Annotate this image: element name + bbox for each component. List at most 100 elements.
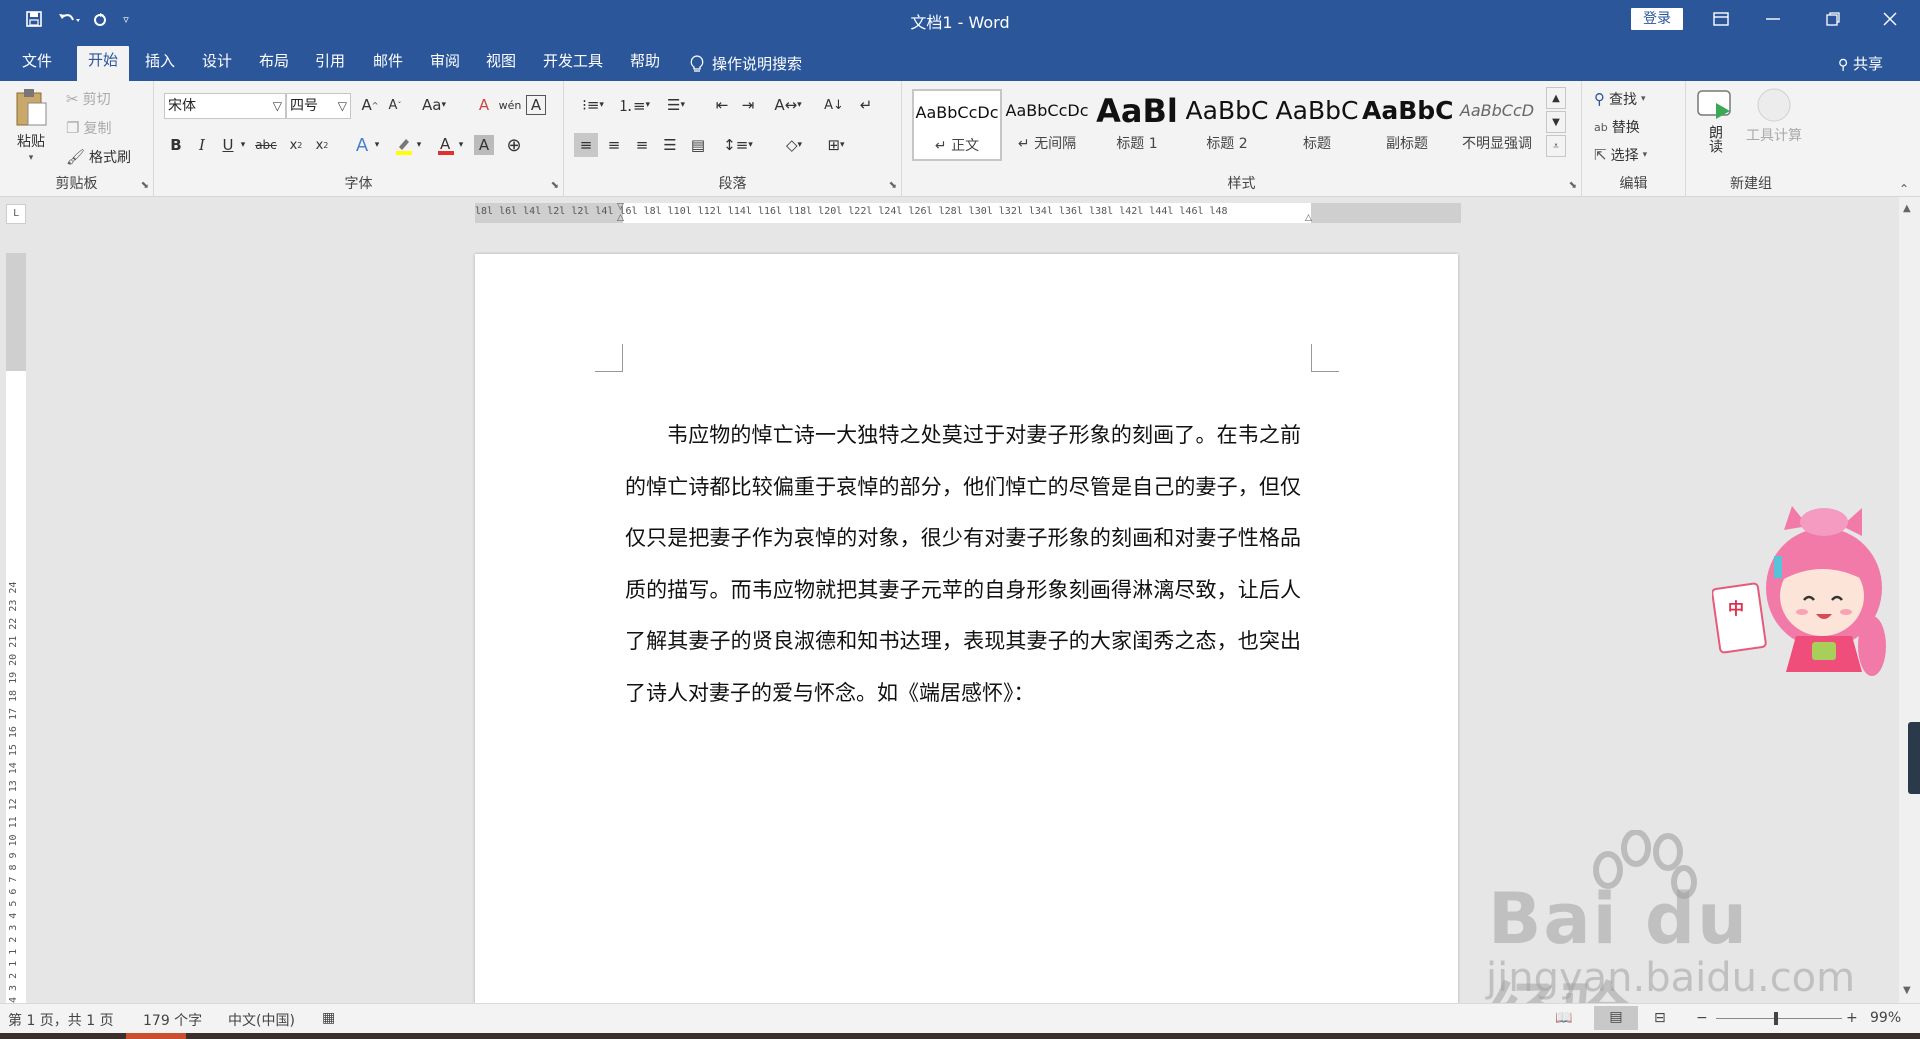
show-marks-icon[interactable]: ↵ [854,93,878,117]
bold-icon[interactable]: B [164,133,188,157]
word-count[interactable]: 179 个字 [143,1010,202,1030]
zoom-out-icon[interactable]: − [1696,1010,1708,1026]
styles-scroll-up-icon[interactable]: ▲ [1546,87,1566,109]
increase-indent-icon[interactable]: ⇥ [736,93,760,117]
chevron-down-icon[interactable]: ▾ [370,133,384,157]
dialog-launcher-icon[interactable]: ⬊ [889,180,897,191]
web-layout-icon[interactable]: ⊟ [1654,1010,1666,1026]
first-line-indent-marker[interactable]: ▽ [617,202,624,212]
zoom-slider[interactable] [1716,1018,1842,1019]
tab-view[interactable]: 视图 [477,48,525,81]
document-body[interactable]: 韦应物的悼亡诗一大独特之处莫过于对妻子形象的刻画了。在韦之前的悼亡诗都比较偏重于… [625,410,1301,719]
clear-formatting-icon[interactable]: A [472,93,496,117]
format-painter-button[interactable]: 🖌 格式刷 [66,147,131,167]
close-icon[interactable] [1867,0,1913,38]
enclose-characters-icon[interactable]: ⊕ [502,133,526,157]
shrink-font-icon[interactable]: Aˇ [383,93,407,117]
character-border-icon[interactable]: A [526,95,546,115]
style-subtitle[interactable]: AaBbC 副标题 [1362,89,1452,161]
style-no-spacing[interactable]: AaBbCcDc ↵ 无间隔 [1002,89,1092,161]
chinese-layout-icon[interactable]: A↔ ▾ [770,93,806,117]
font-size-combo[interactable]: 四号 ▽ [286,93,351,119]
chevron-down-icon[interactable]: ▽ [338,94,347,118]
zoom-in-icon[interactable]: + [1846,1010,1858,1026]
style-subtle-emphasis[interactable]: AaBbCcD 不明显强调 [1452,89,1542,161]
read-mode-icon[interactable]: 📖 [1555,1010,1572,1026]
macro-record-icon[interactable]: ▦ [322,1010,335,1026]
line-spacing-icon[interactable]: ↕≡ ▾ [720,133,756,157]
page-count[interactable]: 第 1 页，共 1 页 [8,1010,114,1030]
align-center-icon[interactable]: ≡ [602,133,626,157]
tab-mailings[interactable]: 邮件 [364,48,412,81]
numbering-icon[interactable]: ⒈≡ ▾ [616,93,652,117]
restore-icon[interactable] [1810,0,1856,38]
chevron-down-icon[interactable]: ▾ [236,133,250,157]
tab-file[interactable]: 文件 [14,48,60,81]
login-button[interactable]: 登录 [1631,8,1683,30]
print-layout-icon[interactable]: ▤ [1594,1006,1638,1030]
tab-review[interactable]: 审阅 [421,48,469,81]
share-button[interactable]: ⚲ 共享 [1838,53,1883,74]
sort-icon[interactable]: A↓ [822,93,846,117]
style-heading-1[interactable]: AaBl 标题 1 [1092,89,1182,161]
chevron-down-icon[interactable]: ▽ [273,94,282,118]
shading-icon[interactable]: ◇ ▾ [776,133,812,157]
scrollbar-thumb[interactable] [1902,197,1916,627]
tab-home[interactable]: 开始 [77,46,129,81]
side-panel-handle[interactable] [1908,722,1920,794]
document-page[interactable]: 韦应物的悼亡诗一大独特之处莫过于对妻子形象的刻画了。在韦之前的悼亡诗都比较偏重于… [475,254,1458,1004]
style-normal[interactable]: AaBbCcDc ↵ 正文 [912,89,1002,161]
bullets-icon[interactable]: ⁝≡ ▾ [576,93,610,117]
borders-icon[interactable]: ⊞ ▾ [818,133,854,157]
styles-scroll-down-icon[interactable]: ▼ [1546,111,1566,133]
chevron-down-icon[interactable]: ▾ [454,133,468,157]
dialog-launcher-icon[interactable]: ⬊ [1569,180,1577,191]
decrease-indent-icon[interactable]: ⇤ [710,93,734,117]
ribbon-display-options-icon[interactable] [1698,0,1744,38]
zoom-level[interactable]: 99% [1870,1010,1901,1026]
copy-button[interactable]: ❐ 复制 [66,118,111,138]
tab-selector[interactable]: L [6,204,26,224]
dialog-launcher-icon[interactable]: ⬊ [551,180,559,191]
style-title[interactable]: AaBbC 标题 [1272,89,1362,161]
right-indent-marker[interactable]: △ [1305,213,1312,223]
distributed-icon[interactable]: ▤ [686,133,710,157]
phonetic-guide-icon[interactable]: wén [498,93,522,117]
paste-button[interactable]: 粘贴 ▾ [14,87,48,163]
body-paragraph[interactable]: 韦应物的悼亡诗一大独特之处莫过于对妻子形象的刻画了。在韦之前的悼亡诗都比较偏重于… [625,410,1301,719]
subscript-icon[interactable]: x2 [284,133,308,157]
tool-calc-button[interactable]: 工具计算 [1746,87,1802,145]
character-shading-icon[interactable]: A [474,135,494,155]
language-status[interactable]: 中文(中国) [228,1010,295,1030]
tab-insert[interactable]: 插入 [136,48,184,81]
grow-font-icon[interactable]: A ^ [358,93,382,117]
scroll-down-icon[interactable]: ▼ [1903,985,1911,996]
superscript-icon[interactable]: x2 [310,133,334,157]
tab-references[interactable]: 引用 [306,48,354,81]
tab-design[interactable]: 设计 [193,48,241,81]
dialog-launcher-icon[interactable]: ⬊ [141,180,149,191]
align-left-icon[interactable]: ≡ [574,133,598,157]
align-right-icon[interactable]: ≡ [630,133,654,157]
vertical-scrollbar[interactable] [1899,197,1920,1003]
multilevel-list-icon[interactable]: ☰ ▾ [658,93,694,117]
scroll-up-icon[interactable]: ▲ [1903,203,1911,214]
minimize-icon[interactable] [1750,0,1796,38]
tab-layout[interactable]: 布局 [250,48,298,81]
tell-me-search[interactable]: 操作说明搜索 [690,53,802,74]
vertical-ruler[interactable]: 4 3 2 1 1 2 3 4 5 6 7 8 9 10 11 12 13 14… [6,253,26,1003]
horizontal-ruler[interactable]: l8l l6l l4l l2l l2l l4l l6l l8l l10l l12… [475,202,1461,223]
chevron-down-icon[interactable]: ▾ [412,133,426,157]
tab-developer[interactable]: 开发工具 [537,48,609,81]
font-name-combo[interactable]: 宋体 ▽ [164,93,286,119]
justify-icon[interactable]: ☰ [658,133,682,157]
tab-help[interactable]: 帮助 [620,48,670,81]
select-button[interactable]: ⇱ 选择 ▾ [1594,145,1647,165]
style-heading-2[interactable]: AaBbC 标题 2 [1182,89,1272,161]
replace-button[interactable]: ab 替换 [1594,117,1640,137]
italic-icon[interactable]: I [190,133,214,157]
find-button[interactable]: ⚲ 查找 ▾ [1594,89,1646,109]
strikethrough-icon[interactable]: abc [254,133,278,157]
styles-more-icon[interactable]: ⩡ [1546,135,1566,157]
change-case-button[interactable]: Aa ▾ [416,93,452,117]
